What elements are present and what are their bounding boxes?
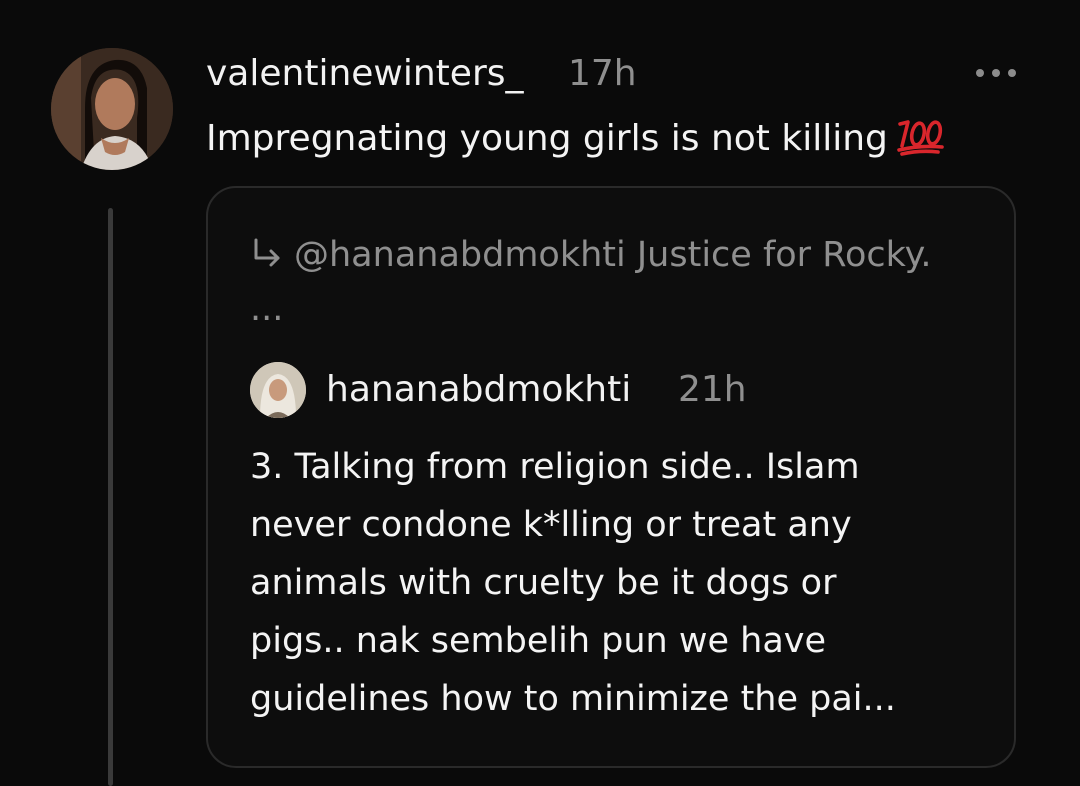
avatar-photo (51, 48, 173, 170)
quoted-text-line: never condone k*lling or treat any (250, 505, 852, 545)
reply-context[interactable]: @hananabdmokhti Justice for Rocky. ... (250, 228, 950, 336)
avatar[interactable] (51, 48, 173, 170)
quoted-timestamp: 21h (678, 369, 747, 410)
reply-context-text: @hananabdmokhti Justice for Rocky. ... (250, 235, 932, 329)
thread-line (108, 208, 113, 786)
quoted-text-line: 3. Talking from religion side.. Islam (250, 447, 860, 487)
more-options-icon[interactable] (974, 66, 1018, 80)
quoted-text-line: pigs.. nak sembelih pun we have (250, 621, 827, 661)
post-text: Impregnating young girls is not killing (206, 118, 888, 159)
quoted-avatar-photo (250, 362, 306, 418)
quoted-text-line: guidelines how to minimize the pai... (250, 679, 896, 719)
post-body: Impregnating young girls is not killing (206, 114, 946, 164)
post-timestamp: 17h (568, 53, 637, 94)
reply-arrow-icon (254, 238, 280, 267)
quoted-username[interactable]: hananabdmokhti (326, 366, 631, 414)
quoted-text: 3. Talking from religion side.. Islam ne… (250, 438, 990, 728)
post-username[interactable]: valentinewinters_ (206, 50, 524, 98)
hundred-points-icon (896, 116, 946, 156)
quoted-text-line: animals with cruelty be it dogs or (250, 563, 837, 603)
quoted-avatar[interactable] (250, 362, 306, 418)
